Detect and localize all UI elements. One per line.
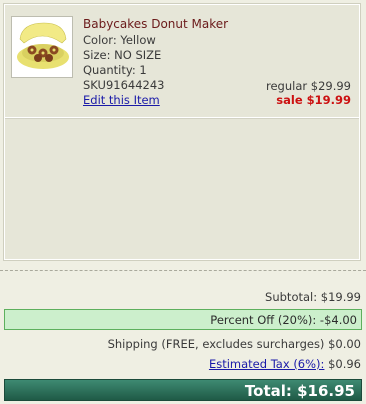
- edit-item-link[interactable]: Edit this Item: [83, 93, 160, 107]
- item-sku: SKU91644243: [83, 78, 165, 92]
- product-image[interactable]: [11, 16, 73, 78]
- item-quantity: Quantity: 1: [83, 63, 147, 77]
- tax-value: $0.96: [324, 357, 361, 371]
- shipping-row: Shipping (FREE, excludes surcharges) $0.…: [107, 337, 361, 351]
- discount-text: Percent Off (20%): -$4.00: [210, 313, 357, 327]
- item-name[interactable]: Babycakes Donut Maker: [83, 17, 228, 31]
- sale-price: sale $19.99: [276, 93, 351, 107]
- item-color: Color: Yellow: [83, 33, 156, 47]
- donut-maker-icon: [12, 17, 72, 77]
- cart-items-panel: Babycakes Donut Maker Color: Yellow Size…: [3, 3, 361, 261]
- tax-row: Estimated Tax (6%): $0.96: [209, 357, 361, 371]
- estimated-tax-link[interactable]: Estimated Tax (6%):: [209, 357, 324, 371]
- subtotal-row: Subtotal: $19.99: [265, 290, 361, 304]
- item-size: Size: NO SIZE: [83, 48, 162, 62]
- cart-item: Babycakes Donut Maker Color: Yellow Size…: [5, 5, 359, 118]
- order-total: Total: $16.95: [244, 382, 355, 400]
- discount-row: Percent Off (20%): -$4.00: [4, 309, 362, 330]
- section-divider: [0, 270, 366, 271]
- regular-price: regular $29.99: [265, 79, 351, 93]
- total-bar: Total: $16.95: [4, 379, 362, 401]
